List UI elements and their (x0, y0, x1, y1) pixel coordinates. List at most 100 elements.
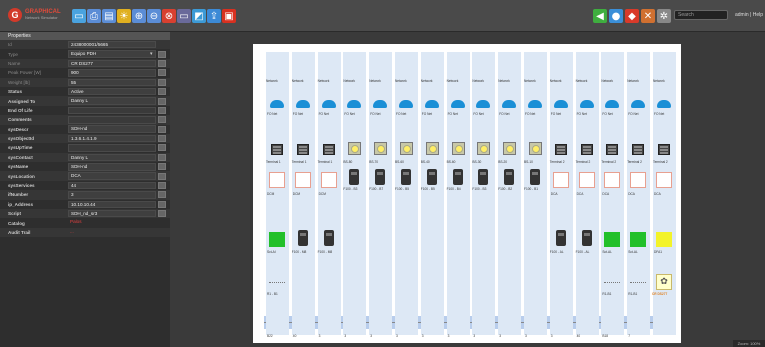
module-icon[interactable] (375, 169, 386, 185)
property-value[interactable] (68, 116, 156, 124)
property-edit-button[interactable] (158, 88, 166, 96)
device-icon[interactable] (323, 230, 334, 246)
folder-icon[interactable]: ▤ (102, 9, 116, 23)
cloud-icon[interactable] (579, 100, 594, 108)
export-icon[interactable]: ⇪ (207, 9, 221, 23)
module-icon[interactable] (452, 169, 463, 185)
port-box[interactable] (294, 172, 311, 188)
chip-icon[interactable] (425, 142, 439, 155)
module-icon[interactable] (504, 169, 515, 185)
property-edit-button[interactable] (158, 135, 166, 143)
tools-icon[interactable]: ✕ (641, 9, 655, 23)
cloud-icon[interactable] (424, 100, 439, 108)
port-box[interactable] (604, 172, 621, 188)
property-edit-button[interactable] (158, 153, 166, 161)
port-box[interactable] (578, 172, 595, 188)
property-edit-button[interactable] (158, 182, 166, 190)
user-menu[interactable]: admin | Help (735, 12, 763, 18)
rack-column[interactable] (524, 52, 547, 335)
chip-icon[interactable] (400, 142, 413, 155)
diagram-canvas[interactable]: Network FO Net Terminal 1 DCM Sct-AI R1 - B1 B… (253, 44, 681, 343)
property-edit-button[interactable] (158, 97, 166, 105)
property-edit-button[interactable] (158, 69, 166, 77)
device-icon[interactable] (297, 230, 308, 246)
cloud-icon[interactable] (657, 100, 671, 108)
arrow-left-icon[interactable]: ◀ (593, 9, 607, 23)
server-icon[interactable] (554, 144, 567, 155)
print-icon[interactable]: ⎙ (87, 9, 101, 23)
zoom-in-icon[interactable]: ⊕ (132, 9, 146, 23)
module-icon[interactable] (349, 169, 360, 185)
cloud-icon[interactable] (553, 100, 568, 108)
property-edit-button[interactable] (158, 191, 166, 199)
property-value[interactable] (68, 144, 156, 152)
lightbulb-icon[interactable]: ☀ (117, 9, 131, 23)
cloud-icon[interactable] (347, 100, 362, 108)
chip-icon[interactable] (374, 142, 388, 155)
port-box[interactable] (630, 172, 647, 188)
property-value[interactable]: 10.10.10.44 (68, 200, 156, 209)
cloud-icon[interactable] (631, 100, 646, 108)
cloud-icon[interactable] (502, 100, 517, 108)
property-edit-button[interactable] (158, 50, 166, 58)
property-value[interactable]: 900 (68, 69, 156, 77)
cloud-icon[interactable] (476, 100, 491, 108)
port-box[interactable] (269, 172, 285, 188)
property-value[interactable]: ... (68, 229, 156, 237)
cloud-icon[interactable] (321, 100, 336, 108)
search-input[interactable]: Search (674, 10, 728, 20)
cloud-icon[interactable] (270, 100, 284, 108)
rack-column[interactable] (343, 52, 367, 335)
property-edit-button[interactable] (158, 78, 166, 86)
rack-column[interactable] (498, 52, 522, 335)
property-value[interactable]: 2438000001/5665 (68, 40, 156, 49)
property-edit-button[interactable] (158, 172, 166, 180)
device-icon[interactable] (581, 230, 592, 246)
server-icon[interactable] (606, 144, 619, 155)
globe-icon[interactable]: ● (609, 9, 623, 23)
property-edit-button[interactable] (158, 116, 166, 124)
server-icon[interactable] (296, 144, 309, 155)
server-icon[interactable] (322, 144, 335, 155)
property-edit-button[interactable] (158, 125, 166, 133)
property-edit-button[interactable] (158, 210, 166, 218)
property-value[interactable]: CR DS277 (68, 59, 156, 68)
rack-column[interactable] (446, 52, 470, 335)
property-value[interactable]: SDH-nd (68, 125, 156, 133)
select-icon[interactable]: ▭ (72, 9, 86, 23)
property-value[interactable]: Active (68, 87, 156, 96)
chip-icon[interactable] (451, 142, 465, 155)
zoom-out-icon[interactable]: ⊖ (147, 9, 161, 23)
property-edit-button[interactable] (158, 200, 166, 208)
property-value[interactable]: Danny L (68, 153, 156, 162)
rectangle-icon[interactable]: ▭ (177, 9, 191, 23)
cloud-icon[interactable] (399, 100, 413, 108)
property-value[interactable]: Palos (68, 219, 156, 227)
rack-column[interactable] (369, 52, 393, 335)
property-value[interactable]: SDH_nd_sr3 (68, 209, 156, 218)
port-box[interactable] (552, 172, 569, 188)
property-edit-button[interactable] (158, 163, 166, 171)
rack-column[interactable] (420, 52, 444, 335)
chevron-down-icon[interactable]: ▾ (150, 51, 153, 57)
search-red-icon[interactable]: ⊗ (162, 9, 176, 23)
property-edit-button[interactable] (158, 106, 166, 114)
chip-icon[interactable] (503, 142, 517, 155)
chip-icon[interactable] (477, 142, 491, 155)
port-box[interactable] (656, 172, 672, 188)
property-value[interactable]: 44 (68, 181, 156, 190)
property-edit-button[interactable] (158, 59, 166, 67)
status-box[interactable] (269, 232, 285, 247)
property-value[interactable]: 1.3.6.1.4.1.9 (68, 134, 156, 143)
status-box[interactable] (630, 232, 647, 247)
cloud-icon[interactable] (373, 100, 388, 108)
module-icon[interactable] (530, 169, 540, 185)
property-value[interactable]: Danny L (68, 97, 156, 105)
tag-icon[interactable]: ◆ (625, 9, 639, 23)
property-value[interactable]: 3 (68, 191, 156, 199)
cloud-icon[interactable] (528, 100, 542, 108)
gear-icon[interactable]: ✲ (657, 9, 671, 23)
server-icon[interactable] (580, 144, 593, 155)
server-icon[interactable] (658, 144, 670, 155)
chip-icon[interactable] (348, 142, 362, 155)
